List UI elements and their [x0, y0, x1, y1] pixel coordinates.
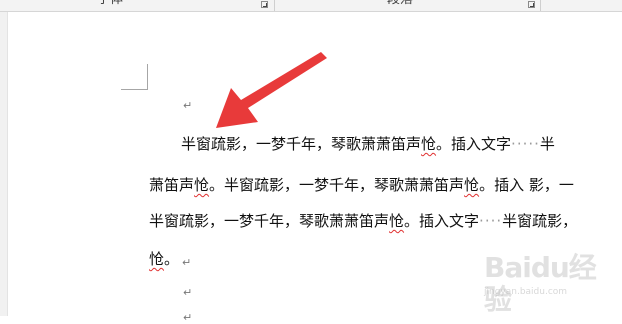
text-run: 。	[164, 250, 180, 268]
margin-corner-mark	[121, 64, 148, 90]
spelling-flag: 怆	[194, 176, 210, 194]
watermark-brand: Baidu经验	[484, 251, 597, 316]
text-run: 。插入文字	[404, 212, 480, 230]
spelling-flag: 怆	[464, 176, 480, 194]
spelling-flag: 怆	[389, 212, 405, 230]
paragraph-mark: ↵	[182, 256, 192, 269]
ribbon-separator	[540, 0, 541, 11]
page-left-margin-edge	[0, 12, 8, 316]
watermark-url: jingyan.baidu.com	[484, 287, 568, 297]
text-run: 半窗疏影，一梦千年，琴歌萧萧笛声	[149, 212, 390, 230]
paragraph-mark: ↵	[183, 311, 193, 324]
space-marks: ····	[479, 212, 503, 230]
text-run: 半	[539, 135, 555, 153]
text-line-1[interactable]: 半窗疏影，一梦千年，琴歌萧萧笛声怆。插入文字·····半	[181, 134, 555, 154]
paragraph-mark: ↵	[183, 99, 193, 112]
text-run: 半窗疏影，	[502, 212, 578, 230]
watermark-logo: Baidu经验 jingyan.baidu.com	[478, 248, 618, 316]
space-marks: ·····	[511, 135, 540, 153]
text-run: 。插入 影，一	[479, 176, 574, 194]
text-run: 。半窗疏影，一梦千年，琴歌萧萧笛声	[209, 176, 465, 194]
paragraph-dialog-launcher-icon[interactable]	[528, 1, 535, 8]
ribbon-bar: 字体 段落	[0, 0, 622, 12]
spelling-flag: 怆	[421, 135, 437, 153]
paragraph-mark: ↵	[183, 286, 193, 299]
font-dialog-launcher-icon[interactable]	[261, 1, 268, 8]
ribbon-separator	[274, 0, 275, 11]
text-run: 半窗疏影，一梦千年，琴歌萧萧笛声	[181, 135, 422, 153]
text-line-4[interactable]: 怆。	[149, 249, 179, 269]
ribbon-group-paragraph-label: 段落	[387, 0, 413, 8]
text-run: 。插入文字	[436, 135, 512, 153]
text-line-2[interactable]: 萧笛声怆。半窗疏影，一梦千年，琴歌萧萧笛声怆。插入 影，一	[149, 175, 574, 195]
ribbon-group-font-label: 字体	[97, 0, 123, 8]
text-run: 萧笛声	[149, 176, 195, 194]
text-line-3[interactable]: 半窗疏影，一梦千年，琴歌萧萧笛声怆。插入文字····半窗疏影，	[149, 211, 577, 231]
spelling-flag: 怆	[149, 250, 165, 268]
